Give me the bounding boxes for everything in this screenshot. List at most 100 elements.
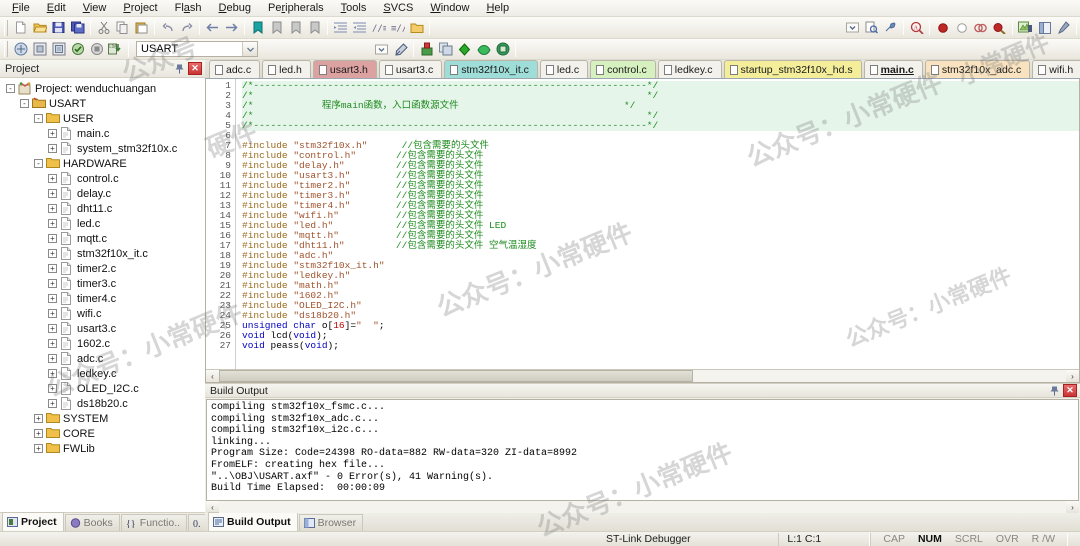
expand-toggle-icon[interactable]: + <box>34 444 43 453</box>
navigate-back-icon[interactable] <box>203 18 222 37</box>
bookmark-prev-icon[interactable] <box>267 18 286 37</box>
tree-item[interactable]: + ds18b20.c <box>2 396 205 411</box>
file-tab-stm32f10x-adc-c[interactable]: stm32f10x_adc.c <box>924 60 1031 78</box>
file-tab-led-h[interactable]: led.h <box>262 60 311 78</box>
collapse-toggle-icon[interactable]: - <box>20 99 29 108</box>
scroll-track[interactable] <box>219 501 1066 513</box>
undo-icon[interactable] <box>158 18 177 37</box>
bookmark-clear-icon[interactable] <box>305 18 324 37</box>
configure-target-icon[interactable] <box>1054 18 1073 37</box>
expand-toggle-icon[interactable]: + <box>48 279 57 288</box>
rebuild-icon[interactable] <box>49 40 68 59</box>
tree-item[interactable]: + adc.c <box>2 351 205 366</box>
tree-item[interactable]: + usart3.c <box>2 321 205 336</box>
file-tab-control-c[interactable]: control.c <box>590 60 656 78</box>
toolbar-grip[interactable] <box>4 19 8 36</box>
manage-runtime-env-icon[interactable] <box>493 40 512 59</box>
tree-item[interactable]: +1602.c <box>2 336 205 351</box>
expand-toggle-icon[interactable]: + <box>48 189 57 198</box>
stop-build-icon[interactable] <box>87 40 106 59</box>
tree-item[interactable]: + control.c <box>2 171 205 186</box>
insert-breakpoint-icon[interactable] <box>933 18 952 37</box>
new-file-icon[interactable] <box>11 18 30 37</box>
pin-icon[interactable] <box>173 62 186 75</box>
tree-item[interactable]: + led.c <box>2 216 205 231</box>
close-icon[interactable]: ✕ <box>188 62 202 75</box>
download-icon[interactable]: LOAD <box>106 40 125 59</box>
uncomment-icon[interactable]: ≡// <box>388 18 407 37</box>
configure-icon[interactable] <box>881 18 900 37</box>
tree-item[interactable]: + OLED_I2C.c <box>2 381 205 396</box>
collapse-toggle-icon[interactable]: - <box>6 84 15 93</box>
menu-item-edit[interactable]: Edit <box>39 0 75 16</box>
file-tab-startup-stm32f10x-hd-s[interactable]: startup_stm32f10x_hd.s <box>723 60 862 78</box>
expand-toggle-icon[interactable]: + <box>48 264 57 273</box>
collapse-toggle-icon[interactable]: - <box>34 159 43 168</box>
project-pane-tab-books[interactable]: Books <box>64 514 120 531</box>
project-pane-tab-functio[interactable]: {} Functio.. <box>120 514 188 531</box>
tree-item[interactable]: + CORE <box>2 426 205 441</box>
bookmark-next-icon[interactable] <box>286 18 305 37</box>
project-tree[interactable]: - Project: wenduchuangan - USART - USER + main.… <box>0 78 205 512</box>
scroll-right-icon[interactable]: › <box>1066 501 1079 513</box>
expand-toggle-icon[interactable]: + <box>48 144 57 153</box>
expand-toggle-icon[interactable]: + <box>48 354 57 363</box>
menu-item-window[interactable]: Window <box>422 0 478 16</box>
file-tab-wifi-h[interactable]: wifi.h <box>1032 60 1080 78</box>
translate-icon[interactable] <box>11 40 30 59</box>
scroll-left-icon[interactable]: ‹ <box>206 370 219 382</box>
tree-item[interactable]: + timer4.c <box>2 291 205 306</box>
expand-toggle-icon[interactable]: + <box>48 219 57 228</box>
options-dropdown-icon[interactable] <box>372 40 391 59</box>
menu-item-tools[interactable]: Tools <box>333 0 376 16</box>
menu-item-view[interactable]: View <box>75 0 116 16</box>
expand-toggle-icon[interactable]: + <box>48 234 57 243</box>
find-in-files-icon[interactable] <box>862 18 881 37</box>
expand-toggle-icon[interactable]: + <box>48 174 57 183</box>
scroll-right-icon[interactable]: › <box>1066 370 1079 382</box>
file-tab-led-c[interactable]: led.c <box>539 60 589 78</box>
chevron-down-icon[interactable] <box>242 42 257 56</box>
tree-item[interactable]: + FWLib <box>2 441 205 456</box>
tree-item[interactable]: + wifi.c <box>2 306 205 321</box>
cut-icon[interactable] <box>94 18 113 37</box>
insert-component-icon[interactable] <box>455 40 474 59</box>
tree-item[interactable]: + stm32f10x_it.c <box>2 246 205 261</box>
menu-item-peripherals[interactable]: Peripherals <box>260 0 333 16</box>
tree-item[interactable]: - Project: wenduchuangan <box>2 81 205 96</box>
menu-item-debug[interactable]: Debug <box>211 0 260 16</box>
pin-icon[interactable] <box>1048 384 1061 397</box>
menu-item-project[interactable]: Project <box>115 0 166 16</box>
disable-breakpoint-icon[interactable] <box>952 18 971 37</box>
expand-toggle-icon[interactable]: + <box>48 399 57 408</box>
expand-toggle-icon[interactable]: + <box>48 129 57 138</box>
kill-all-breakpoints-icon[interactable] <box>971 18 990 37</box>
expand-toggle-icon[interactable]: + <box>48 384 57 393</box>
pack-installer-icon[interactable] <box>474 40 493 59</box>
indent-icon[interactable] <box>331 18 350 37</box>
copy-icon[interactable] <box>113 18 132 37</box>
target-selector[interactable]: USART <box>136 41 258 57</box>
output-tab-buildoutput[interactable]: Build Output <box>208 512 298 531</box>
disable-all-breakpoints-icon[interactable] <box>990 18 1009 37</box>
tree-item[interactable]: + delay.c <box>2 186 205 201</box>
expand-toggle-icon[interactable]: + <box>48 204 57 213</box>
tree-item[interactable]: - USART <box>2 96 205 111</box>
file-tab-adc-c[interactable]: adc.c <box>209 60 261 78</box>
tree-item[interactable]: - HARDWARE <box>2 156 205 171</box>
build-output-log[interactable]: compiling stm32f10x_fsmc.c... compiling s… <box>206 399 1079 501</box>
menu-item-flash[interactable]: Flash <box>167 0 211 16</box>
file-tab-stm32f10x-it-c[interactable]: stm32f10x_it.c <box>444 60 538 78</box>
find-icon[interactable]: A <box>907 18 926 37</box>
target-options-icon[interactable] <box>391 40 410 59</box>
open-folder-icon[interactable] <box>407 18 426 37</box>
source-code-text[interactable]: /*--------------------------------------… <box>236 79 1079 369</box>
tree-item[interactable]: + timer3.c <box>2 276 205 291</box>
editor-horizontal-scrollbar[interactable]: ‹ › <box>206 369 1079 382</box>
close-icon[interactable]: ✕ <box>1063 384 1077 397</box>
project-pane-tab-project[interactable]: Project <box>2 512 64 531</box>
manage-project-items-icon[interactable] <box>417 40 436 59</box>
save-all-icon[interactable] <box>68 18 87 37</box>
build-target-icon[interactable] <box>30 40 49 59</box>
build-output-horizontal-scrollbar[interactable]: ‹ › <box>206 501 1079 513</box>
